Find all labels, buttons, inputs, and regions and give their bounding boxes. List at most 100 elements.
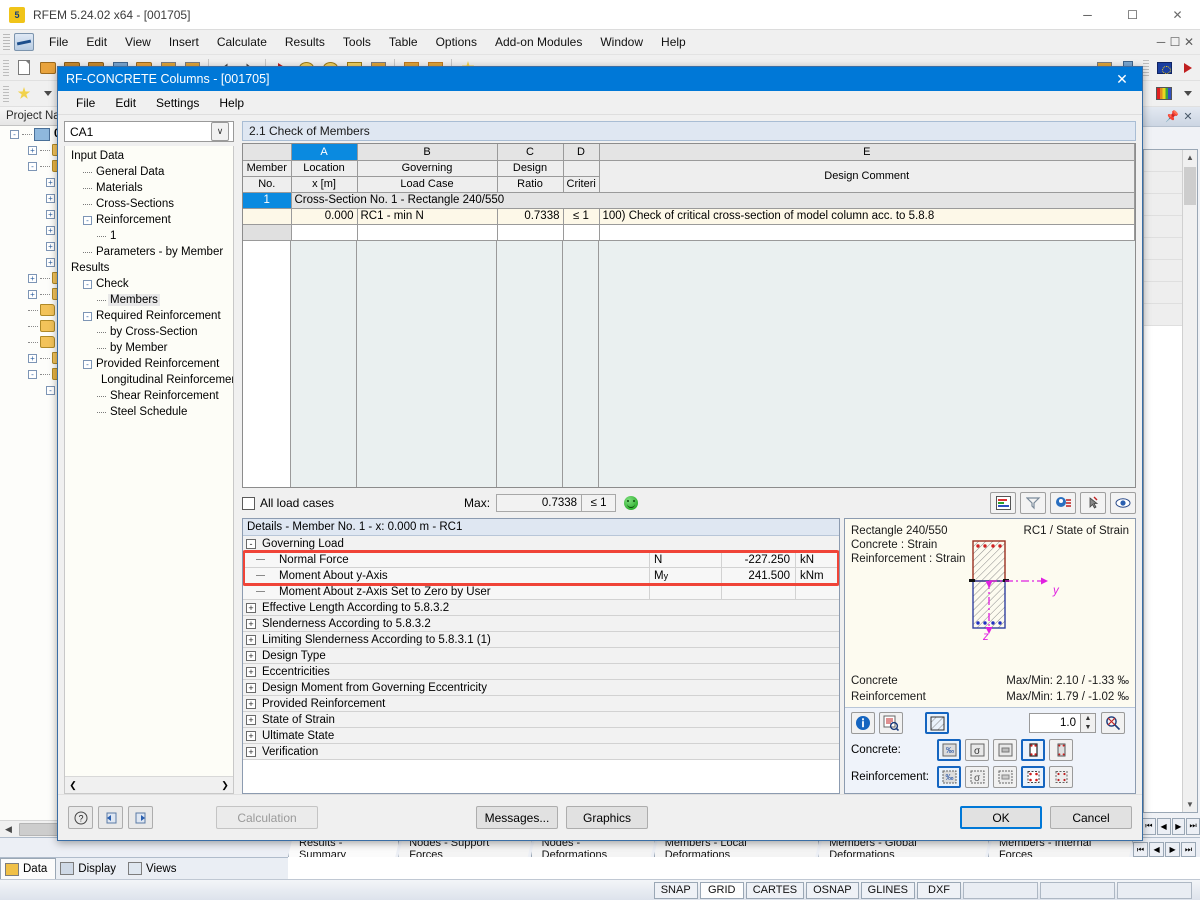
next-table-icon[interactable]: ▶ <box>1165 842 1181 857</box>
menu-calculate[interactable]: Calculate <box>208 32 276 52</box>
tree-collapse-icon[interactable]: - <box>83 279 92 289</box>
concrete-stress-icon[interactable]: σ <box>965 739 989 761</box>
right-dock-scrollbar[interactable]: ▲ ▼ <box>1182 150 1197 812</box>
maximize-button[interactable]: ☐ <box>1110 0 1155 30</box>
col-letter-d[interactable]: D <box>563 144 600 161</box>
check-of-members-table[interactable]: A B C D E Member Location Governing Desi… <box>242 143 1136 488</box>
expand-icon[interactable]: + <box>246 730 256 741</box>
dialog-close-button[interactable]: ✕ <box>1102 67 1142 91</box>
reinforcement-grid-points-icon[interactable] <box>1049 766 1073 788</box>
details-row[interactable]: + Design Type <box>243 648 839 664</box>
dialog-menu-edit[interactable]: Edit <box>105 93 146 113</box>
scroll-up-icon[interactable]: ▲ <box>1183 150 1197 165</box>
dialog-nav-item-1[interactable]: 1 <box>65 228 233 244</box>
cell-design-comment[interactable]: 100) Check of critical cross-section of … <box>599 208 1135 225</box>
details-rows-container[interactable]: - Governing Load Normal Force N -227.250 kN Mo… <box>243 536 839 793</box>
right-dock-list[interactable]: ▲ ▼ <box>1143 149 1198 813</box>
cell-empty[interactable] <box>497 224 564 241</box>
tab-nodes-deformations[interactable]: Nodes - Deformations <box>531 840 655 857</box>
dialog-nav-item-by-cross-section[interactable]: by Cross-Section <box>65 324 233 340</box>
scale-factor-input[interactable]: 1.0 <box>1029 713 1081 733</box>
section-hatch-icon[interactable] <box>925 712 949 734</box>
status-glines[interactable]: GLINES <box>860 881 915 899</box>
tab-nodes-support-forces[interactable]: Nodes - Support Forces <box>398 840 531 857</box>
tab-results-summary[interactable]: Results - Summary <box>288 840 399 857</box>
details-row[interactable]: Moment About z-Axis Set to Zero by User <box>243 584 839 600</box>
details-row[interactable]: Normal Force N -227.250 kN <box>243 552 839 568</box>
open-file-icon[interactable] <box>37 57 59 79</box>
dialog-nav-item-members[interactable]: Members <box>65 292 233 308</box>
navigator-tab-data[interactable]: Data <box>0 858 57 879</box>
mdi-minimize-icon[interactable]: ─ <box>1154 35 1168 49</box>
tree-collapse-icon[interactable]: - <box>83 311 92 321</box>
expand-icon[interactable]: + <box>246 618 256 629</box>
table-row-group[interactable]: 1 Cross-Section No. 1 - Rectangle 240/55… <box>243 192 1135 209</box>
dialog-nav-item-results[interactable]: Results <box>65 260 233 276</box>
dialog-nav-item-required-reinforcement[interactable]: - Required Reinforcement <box>65 308 233 324</box>
concrete-values-icon[interactable] <box>993 739 1017 761</box>
menu-help[interactable]: Help <box>652 32 695 52</box>
results-view-icon[interactable] <box>1153 57 1175 79</box>
next-record-icon[interactable]: ▶ <box>1171 817 1186 835</box>
cancel-button[interactable]: Cancel <box>1050 806 1132 829</box>
dialog-menu-file[interactable]: File <box>66 93 105 113</box>
expand-icon[interactable]: + <box>246 634 256 645</box>
tab-members-local-deformations[interactable]: Members - Local Deformations <box>654 840 819 857</box>
tree-collapse-icon[interactable]: - <box>10 129 19 139</box>
status-dxf[interactable]: DXF <box>917 881 961 899</box>
menu-insert[interactable]: Insert <box>160 32 208 52</box>
red-marker-icon[interactable] <box>1177 57 1199 79</box>
status-osnap[interactable]: OSNAP <box>806 881 859 899</box>
cell-design-ratio[interactable]: 0.7338 <box>497 208 564 225</box>
menu-addon-modules[interactable]: Add-on Modules <box>486 32 591 52</box>
col-letter-e[interactable]: E <box>599 144 1135 161</box>
all-load-cases-checkbox[interactable] <box>242 496 255 510</box>
dialog-nav-item-steel-schedule[interactable]: Steel Schedule <box>65 404 233 420</box>
details-row[interactable]: Moment About y-Axis My 241.500 kNm <box>243 568 839 584</box>
navigator-tab-views[interactable]: Views <box>124 858 184 879</box>
cell-load-case[interactable]: RC1 - min N <box>357 208 498 225</box>
expand-icon[interactable]: + <box>246 698 256 709</box>
first-record-icon[interactable]: ⏮ <box>1142 817 1156 835</box>
expand-icon[interactable]: + <box>246 746 256 757</box>
reinforcement-points-icon[interactable] <box>1021 766 1045 788</box>
details-row[interactable]: + Provided Reinforcement <box>243 696 839 712</box>
list-item[interactable] <box>1144 150 1182 172</box>
navigator-tab-display[interactable]: Display <box>56 858 124 879</box>
menu-tools[interactable]: Tools <box>334 32 380 52</box>
menu-edit[interactable]: Edit <box>77 32 116 52</box>
scale-up-icon[interactable]: ▲ <box>1081 714 1095 723</box>
reinforcement-stress-icon[interactable]: σ <box>965 766 989 788</box>
status-snap[interactable]: SNAP <box>653 881 698 899</box>
table-empty-area[interactable] <box>243 240 1135 487</box>
last-record-icon[interactable]: ⏭ <box>1186 817 1200 835</box>
messages-button[interactable]: Messages... <box>476 806 558 829</box>
dialog-nav-item-materials[interactable]: Materials <box>65 180 233 196</box>
result-table-icon[interactable] <box>990 492 1016 514</box>
dialog-nav-item-cross-sections[interactable]: Cross-Sections <box>65 196 233 212</box>
expand-icon[interactable]: + <box>246 666 256 677</box>
mdi-close-icon[interactable]: ✕ <box>1182 35 1196 49</box>
details-row[interactable]: + Slenderness According to 5.8.3.2 <box>243 616 839 632</box>
previous-icon[interactable] <box>98 806 123 829</box>
dialog-nav-item-reinforcement[interactable]: - Reinforcement <box>65 212 233 228</box>
dialog-nav-item-input-data[interactable]: Input Data <box>65 148 233 164</box>
scale-down-icon[interactable]: ▼ <box>1081 723 1095 732</box>
details-row[interactable]: + Effective Length According to 5.8.3.2 <box>243 600 839 616</box>
dialog-nav-item-general-data[interactable]: General Data <box>65 164 233 180</box>
cell-empty[interactable] <box>563 224 600 241</box>
details-row[interactable]: + Limiting Slenderness According to 5.8.3… <box>243 632 839 648</box>
expand-icon[interactable]: + <box>246 682 256 693</box>
cell-empty[interactable] <box>291 224 358 241</box>
cell-empty[interactable] <box>599 224 1135 241</box>
list-item[interactable] <box>1144 216 1182 238</box>
menu-options[interactable]: Options <box>427 32 486 52</box>
filter-icon[interactable] <box>1020 492 1046 514</box>
new-node-icon[interactable] <box>13 83 35 105</box>
new-file-icon[interactable] <box>13 57 35 79</box>
reinforcement-strain-icon[interactable]: ‰ <box>937 766 961 788</box>
dialog-menu-settings[interactable]: Settings <box>146 93 209 113</box>
expand-icon[interactable]: + <box>246 602 256 613</box>
prev-record-icon[interactable]: ◀ <box>1156 817 1171 835</box>
scale-stepper[interactable]: ▲ ▼ <box>1081 713 1096 733</box>
